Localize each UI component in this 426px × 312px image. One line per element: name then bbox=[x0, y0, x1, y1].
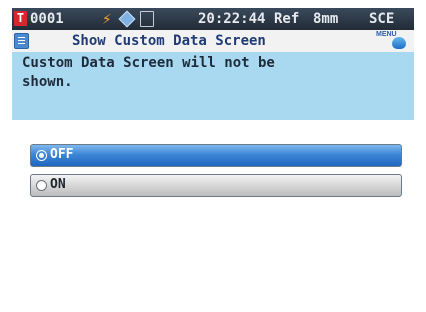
page-title: Show Custom Data Screen bbox=[72, 33, 266, 49]
status-bar: T 0001 ⚡ 20:22:44 Ref 8mm SCE bbox=[12, 8, 414, 30]
target-badge: T bbox=[14, 11, 27, 26]
back-arrow-icon bbox=[392, 37, 406, 49]
description-text: Custom Data Screen will not be shown. bbox=[22, 55, 275, 90]
measurement-area: 8mm bbox=[313, 11, 339, 27]
sample-number: 0001 bbox=[30, 11, 64, 27]
description-panel: Custom Data Screen will not be shown. bbox=[12, 52, 414, 120]
list-icon bbox=[14, 33, 29, 49]
radio-selected-icon bbox=[36, 150, 47, 161]
menu-label: MENU bbox=[376, 31, 397, 38]
clock-time: 20:22:44 bbox=[198, 11, 266, 27]
title-bar: Show Custom Data Screen MENU bbox=[12, 30, 414, 53]
radio-unselected-icon bbox=[36, 180, 47, 191]
reference-indicator: Ref bbox=[274, 11, 300, 27]
option-off[interactable]: OFF bbox=[30, 144, 402, 167]
menu-back-button[interactable]: MENU bbox=[372, 31, 412, 51]
memory-icon bbox=[140, 11, 154, 27]
device-screen: T 0001 ⚡ 20:22:44 Ref 8mm SCE Show Custo… bbox=[12, 8, 414, 308]
power-icon: ⚡ bbox=[102, 9, 112, 28]
option-list: OFF ON bbox=[12, 120, 414, 308]
option-off-label: OFF bbox=[50, 147, 74, 162]
connection-icon bbox=[118, 10, 136, 28]
option-on-label: ON bbox=[50, 177, 66, 192]
specular-mode: SCE bbox=[369, 11, 395, 27]
option-on[interactable]: ON bbox=[30, 174, 402, 197]
